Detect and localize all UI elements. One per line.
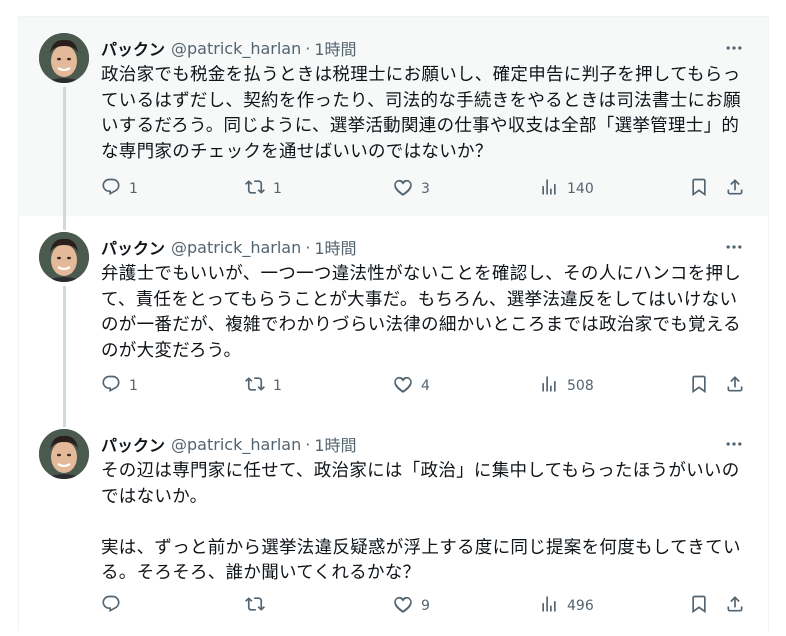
action-bar: 9 496 <box>99 594 748 618</box>
views-icon <box>539 594 559 618</box>
separator: · <box>305 237 311 257</box>
more-icon[interactable] <box>722 36 746 60</box>
reply-button[interactable]: 1 <box>101 374 138 398</box>
like-count: 4 <box>421 378 430 394</box>
like-count: 9 <box>421 598 430 614</box>
retweet-count: 1 <box>273 181 282 197</box>
heart-icon <box>393 374 413 398</box>
tweet[interactable]: パックン @patrick_harlan · 1時間 政治家でも税金を払うときは… <box>19 17 768 216</box>
share-icon <box>725 177 745 201</box>
bookmark-button[interactable] <box>689 594 709 618</box>
more-icon[interactable] <box>722 432 746 456</box>
like-button[interactable]: 4 <box>393 374 430 398</box>
bookmark-icon <box>689 374 709 398</box>
views-button[interactable]: 496 <box>539 594 594 618</box>
timestamp[interactable]: 1時間 <box>314 36 356 60</box>
share-icon <box>725 374 745 398</box>
reply-icon <box>101 177 121 201</box>
like-button[interactable]: 9 <box>393 594 430 618</box>
share-button[interactable] <box>725 374 745 398</box>
author-name[interactable]: パックン <box>101 235 165 259</box>
tweet-text: 政治家でも税金を払うときは税理士にお願いし、確定申告に判子を押してもらっているは… <box>101 65 741 162</box>
avatar[interactable] <box>39 232 89 282</box>
thread-line <box>63 413 66 427</box>
thread-line <box>63 87 66 216</box>
heart-icon <box>393 177 413 201</box>
views-count: 496 <box>567 598 594 614</box>
views-icon <box>539 374 559 398</box>
views-count: 140 <box>567 181 594 197</box>
author-handle[interactable]: @patrick_harlan <box>171 435 301 454</box>
share-button[interactable] <box>725 177 745 201</box>
reply-button[interactable] <box>101 594 129 618</box>
share-icon <box>725 594 745 618</box>
retweet-count: 1 <box>273 378 282 394</box>
tweet-text: その辺は専門家に任せて、政治家には「政治」に集中してもらったほうがいいのではない… <box>101 461 741 583</box>
like-count: 3 <box>421 181 430 197</box>
timestamp[interactable]: 1時間 <box>314 235 356 259</box>
author-handle[interactable]: @patrick_harlan <box>171 238 301 257</box>
bookmark-icon <box>689 177 709 201</box>
tweet-header: パックン @patrick_harlan · 1時間 <box>101 36 748 60</box>
more-icon[interactable] <box>722 235 746 259</box>
views-count: 508 <box>567 378 594 394</box>
tweet[interactable]: パックン @patrick_harlan · 1時間 弁護士でもいいが、一つ一つ… <box>19 216 768 413</box>
retweet-button[interactable] <box>245 594 273 618</box>
author-handle[interactable]: @patrick_harlan <box>171 39 301 58</box>
retweet-button[interactable]: 1 <box>245 177 282 201</box>
author-name[interactable]: パックン <box>101 432 165 456</box>
separator: · <box>305 434 311 454</box>
retweet-icon <box>245 594 265 618</box>
tweet-header: パックン @patrick_harlan · 1時間 <box>101 235 748 259</box>
views-button[interactable]: 508 <box>539 374 594 398</box>
heart-icon <box>393 594 413 618</box>
avatar[interactable] <box>39 429 89 479</box>
avatar[interactable] <box>39 33 89 83</box>
reply-icon <box>101 374 121 398</box>
action-bar: 1 1 4 508 <box>99 374 748 398</box>
tweet[interactable]: パックン @patrick_harlan · 1時間 その辺は専門家に任せて、政… <box>19 413 768 631</box>
views-button[interactable]: 140 <box>539 177 594 201</box>
like-button[interactable]: 3 <box>393 177 430 201</box>
bookmark-icon <box>689 594 709 618</box>
author-name[interactable]: パックン <box>101 36 165 60</box>
timestamp[interactable]: 1時間 <box>314 432 356 456</box>
bookmark-button[interactable] <box>689 177 709 201</box>
share-button[interactable] <box>725 594 745 618</box>
action-bar: 1 1 3 140 <box>99 177 748 201</box>
reply-count: 1 <box>129 378 138 394</box>
retweet-button[interactable]: 1 <box>245 374 282 398</box>
bookmark-button[interactable] <box>689 374 709 398</box>
retweet-icon <box>245 177 265 201</box>
views-icon <box>539 177 559 201</box>
tweet-text: 弁護士でもいいが、一つ一つ違法性がないことを確認し、その人にハンコを押して、責任… <box>101 264 742 361</box>
reply-icon <box>101 594 121 618</box>
thread-line <box>63 286 66 413</box>
tweet-header: パックン @patrick_harlan · 1時間 <box>101 432 748 456</box>
thread-container: パックン @patrick_harlan · 1時間 政治家でも税金を払うときは… <box>18 16 769 631</box>
separator: · <box>305 38 311 58</box>
reply-count: 1 <box>129 181 138 197</box>
thread-line <box>63 216 66 230</box>
reply-button[interactable]: 1 <box>101 177 138 201</box>
retweet-icon <box>245 374 265 398</box>
